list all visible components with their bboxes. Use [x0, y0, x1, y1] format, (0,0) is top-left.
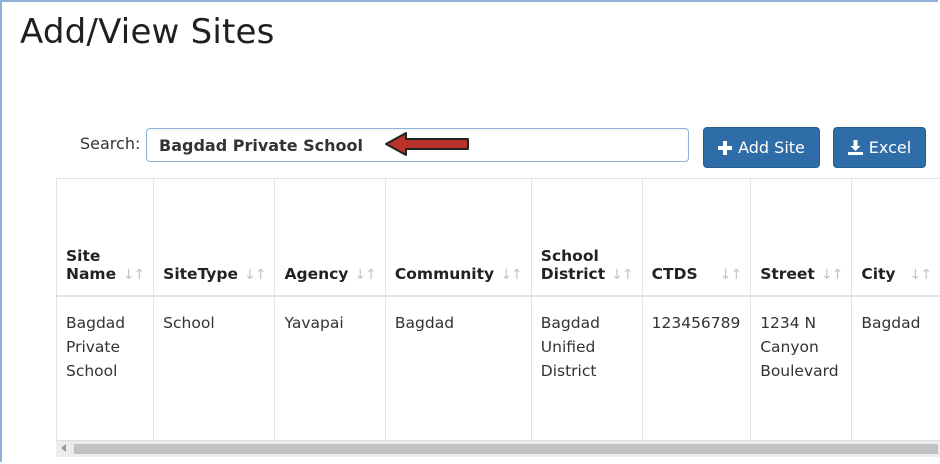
column-header-agency[interactable]: Agency ↓↑	[274, 179, 386, 297]
sort-icon: ↓↑	[354, 267, 376, 283]
horizontal-scrollbar[interactable]	[56, 440, 940, 457]
table-header-row: Site Name ↓↑ SiteType ↓↑ Agency ↓↑ Community…	[57, 179, 940, 297]
cell-school-district: Bagdad Unified District	[531, 296, 643, 440]
header-label: Community	[394, 265, 495, 283]
table-row[interactable]: Bagdad Private School School Yavapai Bag…	[57, 296, 940, 440]
search-label: Search:	[80, 134, 141, 153]
header-label: CTDS	[651, 265, 698, 283]
scroll-left-icon[interactable]	[61, 444, 66, 452]
scrollbar-thumb[interactable]	[74, 444, 938, 454]
excel-export-button[interactable]: Excel	[833, 127, 926, 168]
column-header-community[interactable]: Community ↓↑	[385, 179, 532, 297]
sort-icon: ↓↑	[500, 267, 522, 283]
plus-icon	[718, 140, 733, 155]
header-label: SiteType	[163, 265, 239, 283]
page-title: Add/View Sites	[20, 12, 275, 52]
cell-street: 1234 N Canyon Boulevard	[750, 296, 853, 440]
header-label: Street	[760, 265, 815, 283]
header-label: District	[540, 265, 606, 283]
column-header-site-name[interactable]: Site Name ↓↑	[57, 179, 155, 297]
excel-label: Excel	[868, 138, 912, 157]
column-header-ctds[interactable]: CTDS ↓↑	[642, 179, 752, 297]
sort-icon: ↓↑	[820, 267, 843, 283]
sort-icon: ↓↑	[611, 267, 633, 283]
column-header-school-district[interactable]: School District ↓↑	[531, 179, 643, 297]
header-label: Site	[66, 247, 101, 265]
annotation-arrow-icon	[385, 132, 469, 156]
cell-community: Bagdad	[385, 296, 532, 440]
cell-agency: Yavapai	[274, 296, 386, 440]
add-site-label: Add Site	[738, 138, 805, 157]
column-header-street[interactable]: Street ↓↑	[750, 179, 853, 297]
sites-table: Site Name ↓↑ SiteType ↓↑ Agency ↓↑ Community…	[56, 178, 940, 441]
column-header-city[interactable]: City ↓↑	[851, 179, 940, 297]
header-label: Name	[66, 265, 117, 283]
header-label: City	[861, 265, 896, 283]
cell-site-name: Bagdad Private School	[57, 296, 155, 440]
header-label: Agency	[284, 265, 349, 283]
cell-city: Bagdad	[851, 296, 940, 440]
add-site-button[interactable]: Add Site	[703, 127, 820, 168]
cell-ctds: 123456789	[642, 296, 752, 440]
column-header-sitetype[interactable]: SiteType ↓↑	[153, 179, 276, 297]
download-icon	[847, 140, 863, 155]
sort-icon: ↓↑	[719, 267, 742, 283]
cell-sitetype: School	[153, 296, 276, 440]
sort-icon: ↓↑	[909, 267, 932, 283]
sort-icon: ↓↑	[244, 267, 266, 283]
header-label: School	[540, 247, 599, 265]
sort-icon: ↓↑	[122, 267, 145, 283]
